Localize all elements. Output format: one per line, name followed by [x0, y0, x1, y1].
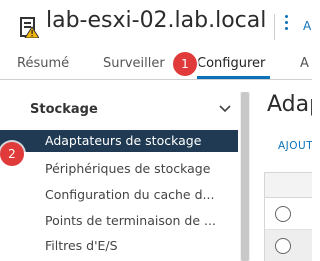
tab-more[interactable]: A — [300, 56, 309, 71]
host-title: lab-esxi-02.lab.local — [46, 8, 267, 33]
sidebar-item-label: Périphériques de stockage — [45, 161, 211, 176]
actions-kebab-icon[interactable] — [284, 15, 290, 33]
sidebar-item-endpoints[interactable]: Points de terminaison de ... — [0, 210, 238, 232]
adapters-table — [264, 172, 312, 261]
actions-divider — [274, 14, 275, 40]
sidebar-item-storage-devices[interactable]: Périphériques de stockage — [0, 158, 238, 180]
host-warning-icon — [20, 17, 39, 38]
main-content: Adap AJOUT — [252, 80, 312, 261]
chevron-down-icon[interactable] — [219, 105, 231, 113]
active-tab-indicator — [197, 76, 270, 79]
row-radio[interactable] — [275, 238, 291, 254]
config-sidebar: Stockage Adaptateurs de stockage Périphé… — [0, 80, 252, 261]
sidebar-scrollbar-thumb[interactable] — [241, 92, 249, 261]
sidebar-item-label: Adaptateurs de stockage — [45, 133, 202, 148]
section-header-stockage[interactable]: Stockage — [30, 102, 98, 117]
object-tabs: Résumé Surveiller Configurer A — [0, 52, 312, 80]
sidebar-item-cache-config[interactable]: Configuration du cache d... — [0, 184, 238, 206]
sidebar-item-label: Configuration du cache d... — [45, 187, 215, 202]
actions-menu-button[interactable]: A — [303, 19, 311, 33]
sidebar-item-label: Points de terminaison de ... — [45, 213, 216, 228]
table-row[interactable] — [265, 198, 312, 230]
tab-configurer[interactable]: Configurer — [197, 56, 265, 71]
object-header: lab-esxi-02.lab.local A — [0, 0, 312, 50]
tab-surveiller[interactable]: Surveiller — [103, 56, 165, 71]
sidebar-item-io-filters[interactable]: Filtres d'E/S — [0, 235, 238, 257]
tab-resume[interactable]: Résumé — [17, 56, 69, 71]
table-row[interactable] — [265, 230, 312, 261]
callout-badge-1: 1 — [173, 52, 197, 76]
add-adapter-button[interactable]: AJOUT — [278, 140, 312, 152]
sidebar-item-label: Filtres d'E/S — [45, 238, 118, 253]
page-title: Adap — [267, 92, 312, 117]
row-radio[interactable] — [275, 206, 291, 222]
table-header — [265, 173, 312, 198]
callout-badge-2: 2 — [0, 142, 24, 166]
sidebar-item-storage-adapters[interactable]: Adaptateurs de stockage — [0, 130, 238, 152]
